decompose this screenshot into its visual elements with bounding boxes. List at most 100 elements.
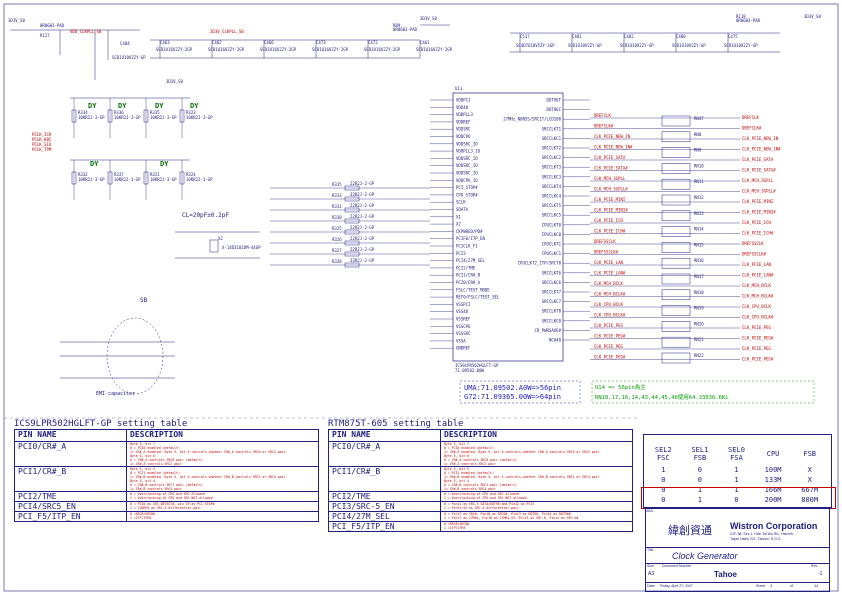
u11-pin-right: SRCCLKC7 [542, 299, 562, 304]
out-net-far: CLK_MCH_BCLK# [742, 294, 774, 299]
resistor-val: 10KR2J-3-GP [114, 177, 141, 182]
u11-pin-right: CR_PWRSAVE# [535, 328, 562, 333]
cap-ref: C466 [264, 40, 274, 45]
mid-res-ref: R327 [332, 248, 342, 253]
out-net-far: CLK_PCIE_ICH [742, 220, 771, 225]
rn-ref: RN21 [694, 337, 704, 342]
mid-resistors: R335 22R2J-2-GP R333 33R2J-2-GP R331 22R2J-2-… [270, 181, 430, 268]
sb-emi-section [60, 317, 175, 395]
mid-res-val: 22R2J-2-GP [350, 181, 375, 186]
cap-val: SCD1U10V2ZY-GP [568, 43, 602, 48]
out-net: CLK_PCIE_PEG [594, 323, 623, 328]
table2-pin-cell: PCI_F5/ITP_EN [328, 521, 441, 532]
table2-desc-line: 1 =ITP/ITP# [444, 526, 466, 530]
table2-desc-cell: 0 =SRC8/SRC8# 1 =ITP/ITP# [440, 521, 633, 532]
table1-head-desc: DESCRIPTION [126, 429, 319, 442]
fsb-head-line: SEL2 [654, 446, 672, 454]
fsb-head-cell: SEL2 FSC [645, 437, 682, 465]
u11-pin-right: SRCCLKC5 [542, 213, 562, 218]
dy-label: DY [155, 102, 164, 110]
table1-desc-cell: 0 = Overclocking of CPU and SRC Allowed 1… [126, 491, 319, 502]
u11-pin-right: SRCCLKT4 [542, 184, 562, 189]
u11-right-pins: DOT96T DOT96C 27MHz_NONSS/SRC1T/LCD100 SRCC… [503, 98, 590, 343]
fsb-cell: 0 [697, 466, 702, 474]
cl-note: CL=20pF±0.2pF [182, 212, 229, 219]
out-net: CLK_PCIE_MINI# [594, 208, 628, 213]
fsb-head-line: CPU [766, 450, 780, 458]
cap-ref: C463 [160, 40, 170, 45]
size-value: A3 [648, 571, 655, 577]
cap-val: SCD1U10V2ZY-GP [620, 43, 654, 48]
u11-pin-right: SRCCLKT5 [542, 203, 562, 208]
fsb-cell: X [807, 466, 812, 474]
mid-res-ref: R330 [332, 215, 342, 220]
title-divider-2 [646, 582, 829, 583]
ref-r118-val: 0R0603-PAD [736, 18, 761, 23]
cap-ref: C461 [420, 40, 430, 45]
rn-ref: RN22 [694, 353, 704, 358]
rn-ref: RN47 [694, 116, 704, 121]
rn-body [661, 131, 691, 143]
u11-pin-left: VSS48 [456, 309, 469, 314]
sheet-value: 3 [770, 584, 772, 588]
of-label: of [790, 584, 793, 588]
fsb-row: 1 0 1 100M X [645, 465, 828, 475]
resistor-val: 10KR2J-3-GP [114, 115, 141, 120]
mid-res-ref: R333 [332, 193, 342, 198]
u11-pin-right: CPUCLKT1 [542, 242, 562, 247]
rn-body [661, 147, 691, 158]
rn-body [661, 163, 691, 174]
u11-pin-left: PCI1/CR#_B [456, 273, 481, 278]
table2-desc-cell: Byte 5, bit 70 = PCI0 enabled (default) 1… [440, 441, 633, 467]
fsb-cell: 0 [697, 476, 702, 484]
net-3d3v-s0-left: 3D3V_S0 [8, 18, 25, 23]
x2-val: X-14D31818M-44GP [222, 245, 261, 250]
out-net-far: CLK_PCIE_PEG# [742, 357, 774, 362]
part-info-rn: RN18,17,16,14,43,44,45,46使用64.33036.6KL [595, 393, 729, 401]
ref-r127: R127 [40, 33, 50, 38]
rn-body [661, 289, 691, 301]
cap-val: SCD1U10V2ZY-GP [724, 43, 758, 48]
u11-pin-left: X2 [456, 222, 461, 227]
table2-row: PCI0/CR#_A Byte 5, bit 70 = PCI0 enabled … [328, 441, 633, 467]
logo-box: 緯創資通 Wistron Corporation 21F, 88, Sec.1,… [646, 509, 829, 548]
table1-title: ICS9LPR502HGLFT-GP setting table [14, 419, 188, 429]
u11-pin-left: VDDPLL3 [456, 112, 473, 117]
u11-pin-right: DOT96T [547, 98, 562, 103]
u11-pin-left: PCICLK_F1 [456, 244, 478, 249]
out-net: CLK_CPU_BCLK# [594, 313, 626, 318]
u11-pin-left: PCIF0/ITP_EN [456, 236, 485, 241]
fsb-head-line: FSB [803, 450, 817, 458]
out-net-far: CLK_PCIE_SATA [742, 157, 774, 162]
out-net-far: DREFSSCLK [742, 241, 764, 246]
out-net-far: CLK_PCIE_LAN# [742, 273, 774, 278]
table1-pin-cell: PCI1/CR#_B [14, 466, 127, 492]
table1-desc-line: 1= CR#_B controls SRC4 pair [130, 487, 182, 491]
u11-pin-right: CPUCLKT0 [542, 222, 562, 227]
table2-head-pin: PIN NAME [328, 429, 441, 442]
out-net: CLK_PCIE_PEG [594, 344, 623, 349]
table2-desc-cell: 0 = Overclocking of CPU and SRC Allowed 1… [440, 491, 633, 502]
u11-pin-left: FSLC/TEST_MODE [456, 287, 490, 292]
x2-ref: X2 [218, 236, 223, 241]
out-net-far: CLK_CPU_BCLK# [742, 315, 774, 320]
cap-val: SCD1U16V2ZY-2GP [312, 47, 349, 52]
out-net: CLK_MCH_3GPLL# [594, 187, 628, 192]
u11-pin-left: GNDREF [456, 346, 471, 351]
fsb-cell: 133M [764, 476, 782, 484]
u11-pin-left: PCI4/27M_SEL [456, 258, 485, 263]
cap-ref: C475 [728, 34, 738, 39]
fsb-head-cell: SEL0 FSA [718, 437, 755, 465]
size-label: Size [647, 564, 654, 568]
table1-desc-line: 1 = CLKREQ as SRC-5 differential pair [130, 506, 202, 510]
table1-desc-cell: Byte 5, bit 50 = PCI1 enabled (default) 1… [126, 466, 319, 492]
out-net-far: CLK_PCIE_PEG [742, 346, 771, 351]
out-net-far: CLK_PCIE_SATA# [742, 168, 776, 173]
table1-head-pin: PIN NAME [14, 429, 127, 442]
out-net: CLK_PCIE_NEW_IN# [594, 145, 633, 150]
fsb-row: 0 0 1 133M X [645, 475, 828, 485]
ref-c404-val: SCD1U10V2ZY-GP [112, 55, 146, 60]
u11-pin-right: SRCCLKC2 [542, 155, 562, 160]
u11-pin-left: VSSSRC [456, 331, 471, 336]
table1: PIN NAME DESCRIPTION PCI0/CR#_A Byte 5, bi… [14, 429, 319, 522]
